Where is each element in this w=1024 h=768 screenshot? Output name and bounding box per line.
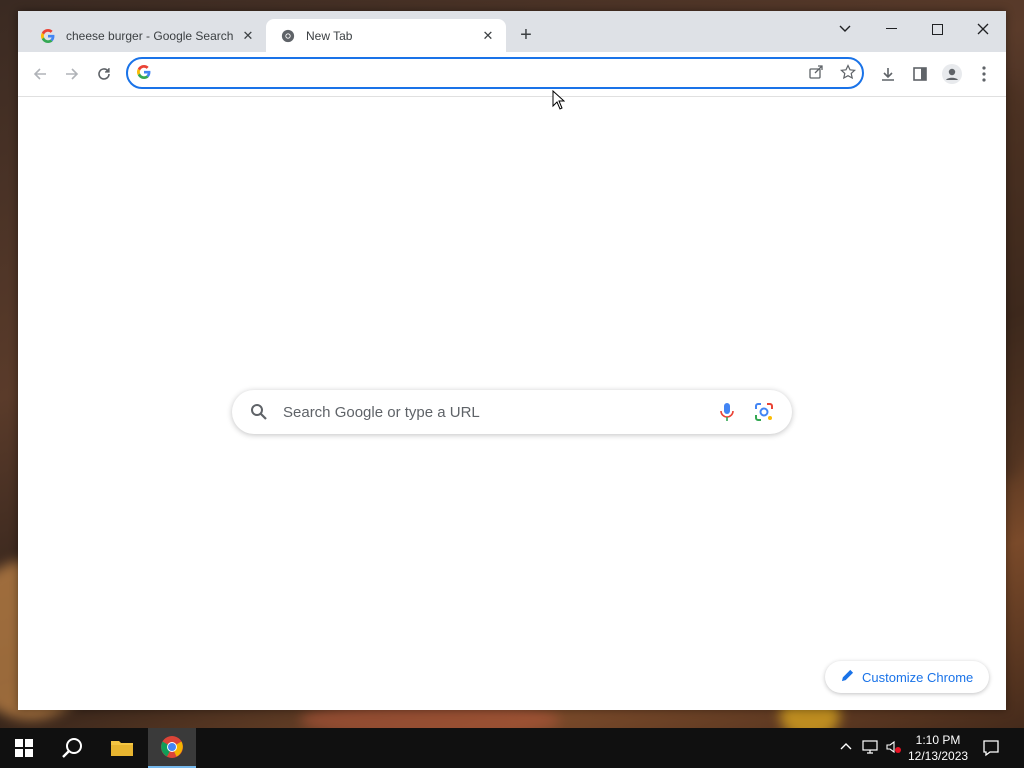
search-icon [250,403,268,426]
microphone-icon[interactable] [718,402,736,427]
clock-date: 12/13/2023 [908,749,969,763]
google-g-icon [137,65,151,84]
tab-title: cheese burger - Google Search [66,28,234,43]
google-lens-icon[interactable] [754,402,774,427]
share-icon[interactable] [808,64,824,85]
reload-button[interactable] [92,62,116,86]
search-icon [62,738,82,758]
address-input[interactable] [164,63,768,85]
customize-chrome-button[interactable]: Customize Chrome [825,661,989,693]
chrome-icon [280,28,296,44]
clock[interactable]: 1:10 PM 12/13/2023 [908,732,968,764]
file-explorer-button[interactable] [98,728,146,768]
folder-icon [111,741,133,756]
side-panel-button[interactable] [908,62,932,86]
maximize-button[interactable] [914,15,960,43]
tab-search-chevron-icon[interactable] [822,15,868,43]
clock-time: 1:10 PM [915,733,961,747]
reload-icon [98,68,110,80]
back-arrow-icon [33,68,46,80]
windows-logo-icon [15,739,33,757]
avatar-icon [942,64,962,84]
ntp-search-placeholder: Search Google or type a URL [283,404,480,421]
back-button[interactable] [28,62,52,86]
new-tab-button[interactable]: + [516,24,536,46]
ntp-search-box[interactable]: Search Google or type a URL [232,390,792,434]
google-g-icon [40,28,56,44]
volume-muted-icon[interactable] [886,740,902,757]
chevron-up-icon[interactable] [840,740,852,754]
mouse-cursor-icon [552,89,566,115]
network-icon[interactable] [862,740,878,757]
menu-button[interactable] [972,62,996,86]
bookmark-star-icon[interactable] [840,64,856,85]
download-icon [882,68,894,81]
downloads-button[interactable] [876,62,900,86]
minimize-button[interactable] [868,15,914,43]
chrome-taskbar-button[interactable] [148,728,196,768]
profile-button[interactable] [940,62,964,86]
kebab-menu-icon [982,66,986,82]
tab-strip: cheese burger - Google Search ✕ New Tab … [18,11,1006,52]
browser-window: cheese burger - Google Search ✕ New Tab … [18,11,1006,710]
close-icon[interactable]: ✕ [240,28,256,44]
customize-chrome-label: Customize Chrome [862,669,974,685]
notifications-icon[interactable] [982,739,1000,760]
tab-title: New Tab [306,28,353,43]
chrome-icon [161,736,183,758]
side-panel-icon [913,67,927,81]
search-button[interactable] [48,728,96,768]
new-tab-page: Search Google or type a URL Customize Ch… [18,97,1006,710]
tab-new-tab[interactable]: New Tab ✕ [266,19,506,52]
close-window-button[interactable] [960,15,1006,43]
forward-button[interactable] [60,62,84,86]
forward-arrow-icon [66,68,79,80]
pencil-icon [841,669,854,685]
omnibox[interactable] [126,57,864,89]
start-button[interactable] [0,728,48,768]
tab-cheese-burger-search[interactable]: cheese burger - Google Search ✕ [26,19,266,52]
close-icon[interactable]: ✕ [480,28,496,44]
taskbar: 1:10 PM 12/13/2023 [0,728,1024,768]
toolbar [18,52,1006,97]
